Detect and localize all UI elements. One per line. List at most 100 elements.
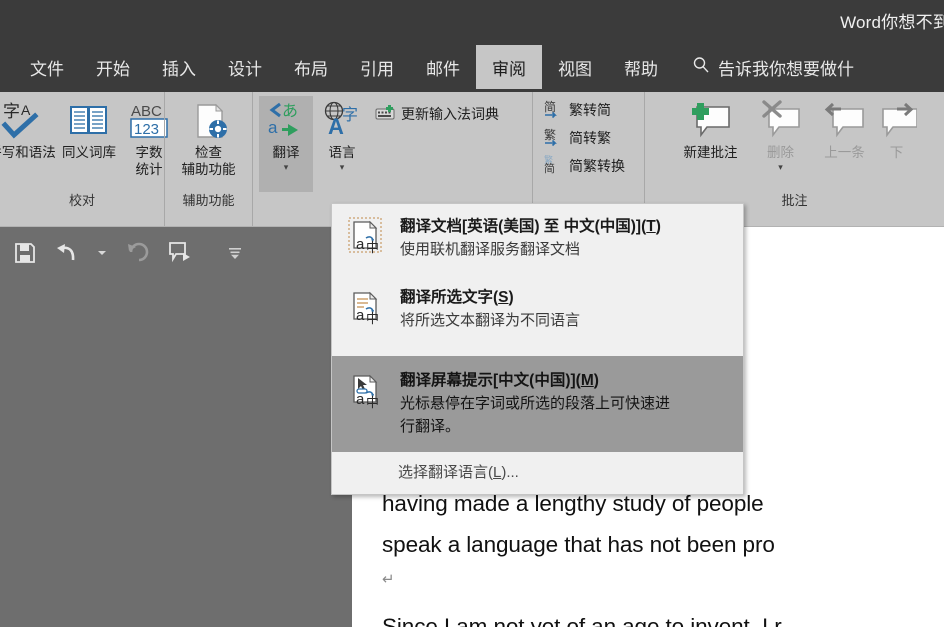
- svg-text:a: a: [268, 118, 278, 137]
- menu-item-choose-translation-language[interactable]: 选择翻译语言(L)...: [332, 452, 743, 494]
- translate-document-icon: a 中: [346, 216, 388, 260]
- document-line: Since I am not yet of an age to invent, …: [382, 614, 782, 627]
- svg-text:简: 简: [544, 100, 556, 114]
- quick-access-toolbar-area: [0, 227, 352, 627]
- tab-design[interactable]: 设计: [212, 45, 278, 89]
- simplified-to-traditional-item[interactable]: 繁 简转繁: [539, 124, 615, 152]
- window-title: Word你想不到: [840, 12, 944, 32]
- chinese-conversion-item[interactable]: 繁 简 简繁转换: [539, 152, 629, 180]
- tab-file[interactable]: 文件: [14, 45, 80, 89]
- svg-text:中: 中: [366, 396, 379, 411]
- group-label-proofing: 校对: [68, 193, 95, 208]
- translate-selection-icon: a 中: [346, 287, 388, 331]
- undo-dropdown[interactable]: [96, 247, 108, 259]
- menu-item-title: 翻译屏幕提示[中文(中国)](M): [400, 372, 599, 389]
- save-button[interactable]: [14, 242, 36, 264]
- tab-mailings[interactable]: 邮件: [410, 45, 476, 89]
- tell-me-label: 告诉我你想要做什: [718, 59, 854, 79]
- comment-left-icon: [821, 98, 869, 144]
- traditional-to-simplified-item[interactable]: 简 繁转简: [539, 96, 615, 124]
- menu-item-description: 将所选文本翻译为不同语言: [400, 312, 581, 329]
- new-comment-button[interactable]: 新建批注: [673, 96, 749, 161]
- svg-text:字: 字: [3, 102, 20, 122]
- traditional-to-simplified-label: 繁转简: [569, 102, 611, 118]
- svg-text:繁: 繁: [544, 127, 556, 142]
- menu-item-description: 使用联机翻译服务翻译文档: [400, 241, 581, 258]
- menu-item-title: 翻译文档[英语(美国) 至 中文(中国)](T): [400, 218, 661, 235]
- next-comment-button[interactable]: 下: [877, 96, 917, 161]
- svg-text:123: 123: [134, 121, 159, 138]
- translate-button[interactable]: あ a 翻译 ▾: [259, 96, 313, 192]
- svg-text:字: 字: [342, 105, 358, 124]
- tab-layout[interactable]: 布局: [278, 45, 344, 89]
- translate-icon: あ a: [264, 98, 308, 144]
- chevron-down-icon[interactable]: ▾: [778, 162, 783, 172]
- previous-comment-label: 上一条: [824, 145, 865, 160]
- update-ime-dictionary-item[interactable]: 更新输入法词典: [371, 100, 503, 128]
- check-accessibility-label: 检查 辅助功能: [181, 145, 236, 177]
- redo-button[interactable]: [126, 242, 150, 264]
- keyboard-plus-icon: [375, 104, 395, 124]
- language-label: 语言: [328, 145, 356, 160]
- simplified-to-traditional-label: 简转繁: [569, 130, 611, 146]
- previous-comment-button[interactable]: 上一条: [813, 96, 877, 161]
- tell-me-box[interactable]: 告诉我你想要做什: [674, 45, 854, 89]
- svg-text:a: a: [356, 307, 365, 324]
- jian-arrow-icon: 简: [543, 98, 563, 123]
- document-line: speak a language that has not been pro: [382, 532, 775, 557]
- delete-comment-label: 删除: [767, 145, 794, 160]
- jianfan-icon: 繁 简: [543, 154, 563, 179]
- ribbon-tab-strip: 文件 开始 插入 设计 布局 引用 邮件 审阅 视图 帮助 告诉我你想要做什: [0, 40, 944, 92]
- tab-insert[interactable]: 插入: [146, 45, 212, 89]
- menu-item-translate-selection[interactable]: a 中 翻译所选文字(S) 将所选文本翻译为不同语言: [332, 271, 743, 342]
- language-globe-icon: A 字: [320, 98, 364, 144]
- mini-translator-icon: a 中: [346, 370, 388, 414]
- comment-plus-icon: [687, 98, 735, 144]
- tab-review[interactable]: 审阅: [476, 45, 542, 89]
- word-count-label: 字数 统计: [135, 145, 163, 177]
- comment-arrow-icon[interactable]: [168, 241, 194, 265]
- svg-text:中: 中: [366, 312, 379, 327]
- ribbon-group-accessibility: 检查 辅助功能 辅助功能: [164, 92, 252, 226]
- spelling-grammar-button[interactable]: 字 A 拼写和语法: [0, 96, 58, 161]
- next-comment-label: 下: [889, 145, 904, 160]
- spelling-grammar-label: 拼写和语法: [0, 145, 56, 160]
- thesaurus-button[interactable]: 同义词库: [58, 96, 120, 161]
- paragraph-mark: ↵: [382, 571, 395, 588]
- customize-qat-button[interactable]: [228, 246, 242, 260]
- menu-item-title: 翻译所选文字(S): [400, 289, 514, 306]
- fan-arrow-icon: 繁: [543, 126, 563, 151]
- translate-label: 翻译: [272, 145, 300, 160]
- thesaurus-label: 同义词库: [62, 145, 116, 160]
- word-window: Word你想不到 文件 开始 插入 设计 布局 引用 邮件 审阅 视图 帮助 告…: [0, 0, 944, 627]
- menu-item-mini-translator[interactable]: a 中 翻译屏幕提示[中文(中国)](M) 光标悬停在字词或所选的段落上可快速进…: [332, 356, 743, 452]
- ribbon-group-proofing: 字 A 拼写和语法: [0, 92, 168, 226]
- document-accessibility-icon: [186, 98, 232, 144]
- group-label-accessibility: 辅助功能: [182, 193, 235, 208]
- svg-text:a: a: [356, 236, 365, 253]
- chevron-down-icon[interactable]: ▾: [340, 162, 345, 172]
- tab-view[interactable]: 视图: [542, 45, 608, 89]
- tab-home[interactable]: 开始: [80, 45, 146, 89]
- svg-text:あ: あ: [282, 101, 298, 120]
- svg-text:简: 简: [544, 161, 555, 175]
- menu-item-translate-document[interactable]: a 中 翻译文档[英语(美国) 至 中文(中国)](T) 使用联机翻译服务翻译文…: [332, 206, 743, 271]
- book-icon: [67, 98, 111, 144]
- chinese-conversion-label: 简繁转换: [569, 158, 625, 174]
- chevron-down-icon[interactable]: ▾: [284, 162, 289, 172]
- search-icon: [692, 56, 710, 79]
- language-button[interactable]: A 字 语言 ▾: [313, 96, 371, 172]
- undo-button[interactable]: [54, 242, 78, 264]
- delete-comment-button[interactable]: 删除 ▾: [749, 96, 813, 172]
- tab-references[interactable]: 引用: [344, 45, 410, 89]
- comment-x-icon: [757, 98, 805, 144]
- svg-text:A: A: [21, 102, 31, 118]
- comment-right-icon: [877, 98, 917, 144]
- title-bar: Word你想不到: [0, 0, 944, 40]
- svg-text:中: 中: [366, 241, 379, 256]
- spell-check-icon: 字 A: [0, 98, 45, 144]
- check-accessibility-button[interactable]: 检查 辅助功能: [171, 96, 247, 178]
- new-comment-label: 新建批注: [683, 145, 738, 160]
- svg-text:ABC: ABC: [131, 103, 162, 120]
- tab-help[interactable]: 帮助: [608, 45, 674, 89]
